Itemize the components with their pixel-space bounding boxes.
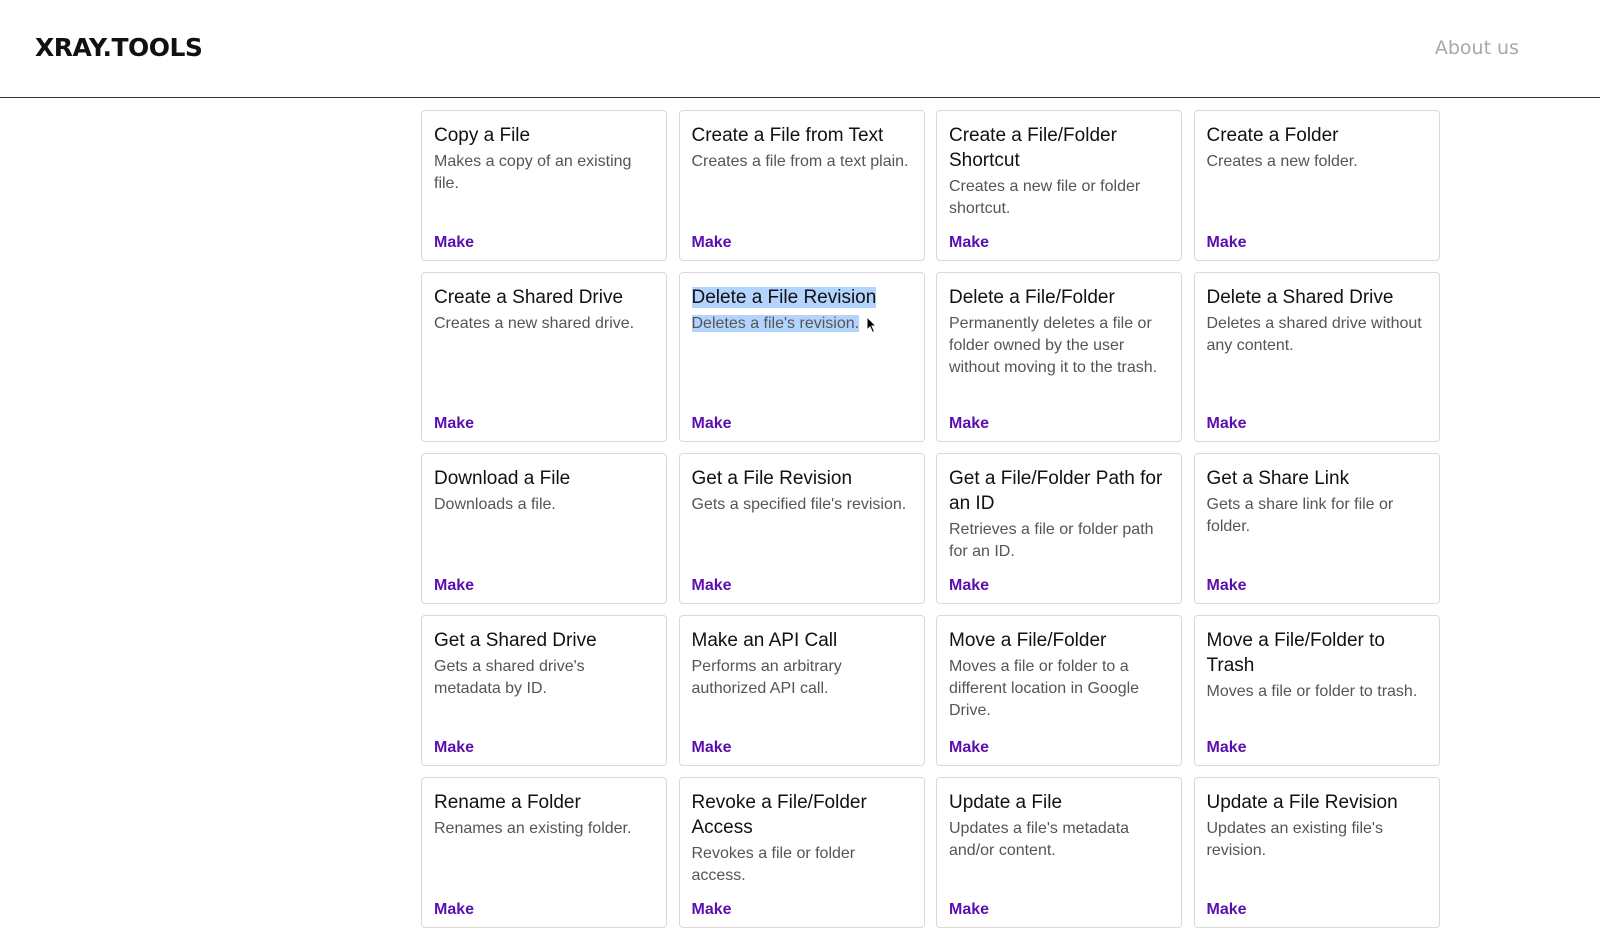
make-link[interactable]: Make <box>949 901 989 919</box>
module-card: Update a File Updates a file's metadata … <box>936 777 1182 928</box>
module-card: Create a Folder Creates a new folder. Ma… <box>1193 110 1440 261</box>
make-link[interactable]: Make <box>692 901 732 919</box>
card-description: Moves a file or folder to trash. <box>1206 683 1418 700</box>
card-title: Rename a Folder <box>434 792 581 813</box>
card-title: Get a Shared Drive <box>434 630 597 651</box>
make-link[interactable]: Make <box>1207 577 1247 595</box>
module-card: Revoke a File/Folder Access Revokes a fi… <box>678 777 925 928</box>
make-link[interactable]: Make <box>434 739 474 757</box>
card-description: Makes a copy of an existing file. <box>434 153 632 192</box>
card-description: Deletes a shared drive without any conte… <box>1206 315 1422 354</box>
card-description: Updates an existing file's revision. <box>1206 820 1383 859</box>
module-card: Get a Shared Drive Gets a shared drive's… <box>421 615 667 766</box>
card-title: Create a Folder <box>1206 125 1339 146</box>
card-title: Get a Share Link <box>1206 468 1350 489</box>
card-description: Revokes a file or folder access. <box>691 845 856 884</box>
card-title: Download a File <box>434 468 571 489</box>
module-card: Get a Share Link Gets a share link for f… <box>1193 453 1440 604</box>
card-description: Retrieves a file or folder path for an I… <box>949 521 1154 560</box>
nav-about-us-link[interactable]: About us <box>1435 37 1519 59</box>
module-card: Make an API Call Performs an arbitrary a… <box>678 615 925 766</box>
card-title: Move a File/Folder <box>949 630 1107 651</box>
make-link[interactable]: Make <box>949 415 989 433</box>
card-title: Delete a File Revision <box>691 285 912 310</box>
make-link[interactable]: Make <box>949 234 989 252</box>
module-card-selected: Delete a File Revision Deletes a file's … <box>678 272 925 442</box>
selected-text: Delete a File Revision <box>691 287 877 308</box>
card-description: Downloads a file. <box>434 496 556 513</box>
module-card: Create a File from Text Creates a file f… <box>678 110 925 261</box>
selected-text: Deletes a file's revision. <box>691 315 860 332</box>
module-card: Rename a Folder Renames an existing fold… <box>421 777 667 928</box>
card-title: Create a File from Text <box>691 125 884 146</box>
card-description: Creates a new shared drive. <box>434 315 635 332</box>
card-description: Gets a shared drive's metadata by ID. <box>434 658 585 697</box>
module-card: Create a File/Folder Shortcut Creates a … <box>936 110 1182 261</box>
card-title: Update a File <box>949 792 1063 813</box>
make-link[interactable]: Make <box>1207 901 1247 919</box>
module-card: Move a File/Folder Moves a file or folde… <box>936 615 1182 766</box>
make-link[interactable]: Make <box>1207 234 1247 252</box>
make-link[interactable]: Make <box>692 234 732 252</box>
card-description: Creates a new file or folder shortcut. <box>949 178 1141 217</box>
module-card: Update a File Revision Updates an existi… <box>1193 777 1440 928</box>
card-description: Gets a share link for file or folder. <box>1206 496 1394 535</box>
make-link[interactable]: Make <box>434 577 474 595</box>
module-card: Delete a Shared Drive Deletes a shared d… <box>1193 272 1440 442</box>
make-link[interactable]: Make <box>434 415 474 433</box>
card-description: Creates a new folder. <box>1206 153 1358 170</box>
card-description: Performs an arbitrary authorized API cal… <box>691 658 842 697</box>
card-description: Creates a file from a text plain. <box>691 153 909 170</box>
module-grid: Copy a File Makes a copy of an existing … <box>421 110 1440 928</box>
make-link[interactable]: Make <box>1207 739 1247 757</box>
card-title: Delete a Shared Drive <box>1206 287 1394 308</box>
card-title: Create a File/Folder Shortcut <box>949 125 1117 171</box>
card-title: Get a File/Folder Path for an ID <box>949 468 1163 514</box>
card-description: Deletes a file's revision. <box>691 313 912 335</box>
make-link[interactable]: Make <box>692 577 732 595</box>
make-link[interactable]: Make <box>949 577 989 595</box>
card-title: Create a Shared Drive <box>434 287 624 308</box>
card-title: Update a File Revision <box>1206 792 1398 813</box>
module-card: Move a File/Folder to Trash Moves a file… <box>1193 615 1440 766</box>
make-link[interactable]: Make <box>692 415 732 433</box>
module-card: Get a File/Folder Path for an ID Retriev… <box>936 453 1182 604</box>
card-description: Renames an existing folder. <box>434 820 632 837</box>
card-title: Make an API Call <box>691 630 838 651</box>
module-card: Get a File Revision Gets a specified fil… <box>678 453 925 604</box>
module-card: Download a File Downloads a file. Make <box>421 453 667 604</box>
make-link[interactable]: Make <box>949 739 989 757</box>
module-card: Create a Shared Drive Creates a new shar… <box>421 272 667 442</box>
module-card: Copy a File Makes a copy of an existing … <box>421 110 667 261</box>
make-link[interactable]: Make <box>692 739 732 757</box>
card-title: Delete a File/Folder <box>949 287 1115 308</box>
module-card: Delete a File/Folder Permanently deletes… <box>936 272 1182 442</box>
card-description: Permanently deletes a file or folder own… <box>949 315 1158 376</box>
card-description: Moves a file or folder to a different lo… <box>949 658 1140 719</box>
card-title: Copy a File <box>434 125 531 146</box>
make-link[interactable]: Make <box>1207 415 1247 433</box>
make-link[interactable]: Make <box>434 901 474 919</box>
make-link[interactable]: Make <box>434 234 474 252</box>
card-title: Move a File/Folder to Trash <box>1206 630 1385 676</box>
logo[interactable]: XRAY.TOOLS <box>35 33 203 62</box>
card-title: Get a File Revision <box>691 468 853 489</box>
card-title: Revoke a File/Folder Access <box>691 792 867 838</box>
site-header: XRAY.TOOLS About us <box>0 0 1600 98</box>
card-description: Updates a file's metadata and/or content… <box>949 820 1130 859</box>
card-description: Gets a specified file's revision. <box>691 496 907 513</box>
